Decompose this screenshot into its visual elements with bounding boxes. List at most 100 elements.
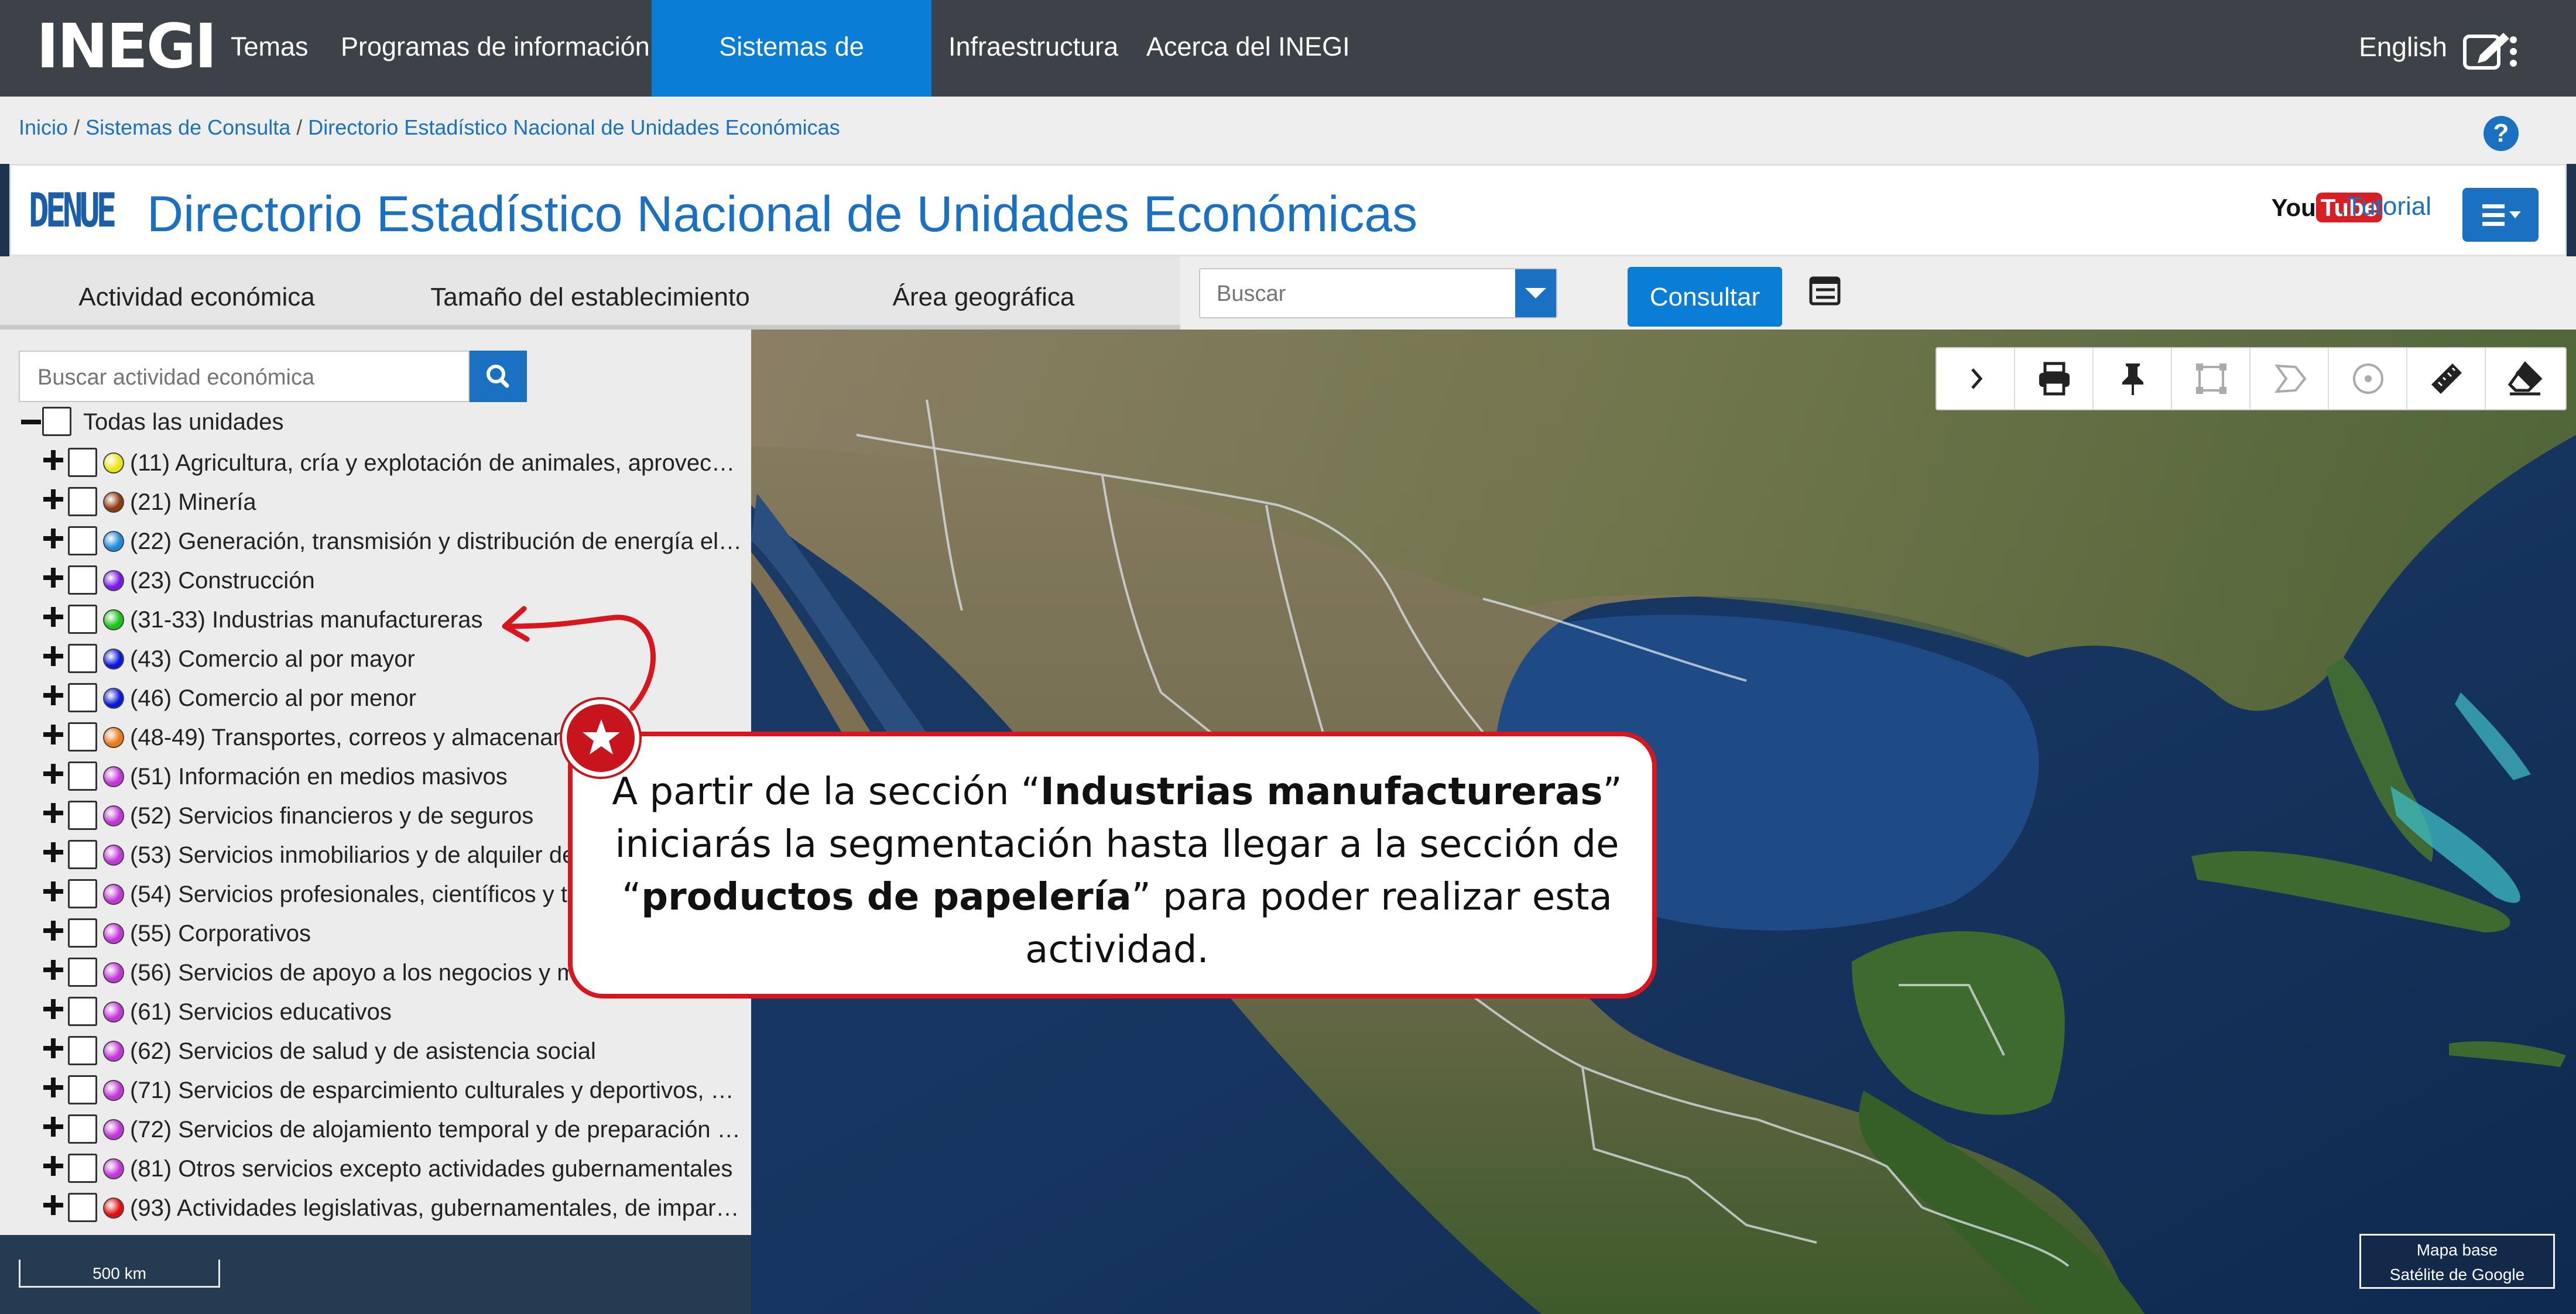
expand-icon[interactable] <box>43 450 63 470</box>
activity-search-button[interactable] <box>470 351 527 402</box>
tab-tamano-establecimiento[interactable]: Tamaño del establecimiento <box>393 256 787 330</box>
expand-icon[interactable] <box>43 921 63 941</box>
crumb-inicio[interactable]: Inicio <box>19 115 68 139</box>
search-combobox[interactable] <box>1199 268 1557 318</box>
crumb-directorio[interactable]: Directorio Estadístico Nacional de Unida… <box>308 115 840 139</box>
expand-icon[interactable] <box>43 646 63 666</box>
consultar-button[interactable]: Consultar <box>1628 267 1782 327</box>
polygon-select-button[interactable] <box>2250 348 2329 409</box>
expand-icon[interactable] <box>43 1156 63 1176</box>
tree-row[interactable]: (81) Otros servicios excepto actividades… <box>0 1148 751 1187</box>
top-navbar: INEGI Temas Programas de información Sis… <box>0 0 2576 155</box>
activity-checkbox[interactable] <box>68 1114 97 1144</box>
tree-row[interactable]: (21) Minería <box>0 481 751 520</box>
tree-row[interactable]: (71) Servicios de esparcimiento cultural… <box>0 1069 751 1109</box>
root-checkbox[interactable] <box>42 407 71 436</box>
tutorial-link[interactable]: .Tutorial <box>2339 192 2431 221</box>
activity-color-dot <box>103 1198 124 1219</box>
nav-temas[interactable]: Temas <box>213 0 326 97</box>
activity-checkbox[interactable] <box>68 683 97 712</box>
activity-color-dot <box>103 1041 124 1062</box>
activity-label[interactable]: (62) Servicios de salud y de asistencia … <box>130 1036 745 1066</box>
activity-checkbox[interactable] <box>68 487 97 516</box>
expand-icon[interactable] <box>43 881 63 901</box>
nav-acerca[interactable]: Acerca del INEGI <box>1129 0 1368 97</box>
expand-icon[interactable] <box>43 999 63 1019</box>
rectangle-icon <box>2196 363 2226 394</box>
nav-sistemas-consulta[interactable]: Sistemas de Consulta <box>652 0 931 155</box>
activity-label[interactable]: (71) Servicios de esparcimiento cultural… <box>130 1075 745 1106</box>
expand-icon[interactable] <box>43 764 63 784</box>
activity-label[interactable]: (11) Agricultura, cría y explotación de … <box>130 448 745 478</box>
activity-search-input[interactable] <box>37 361 447 394</box>
activity-checkbox[interactable] <box>68 526 97 555</box>
tree-row[interactable]: (22) Generación, transmisión y distribuc… <box>0 520 751 560</box>
inegi-logo[interactable]: INEGI <box>36 11 217 82</box>
activity-checkbox[interactable] <box>68 644 97 673</box>
activity-checkbox[interactable] <box>68 1193 97 1222</box>
more-menu-icon[interactable] <box>2506 36 2520 67</box>
activity-checkbox[interactable] <box>68 840 97 869</box>
activity-color-dot <box>103 1080 124 1101</box>
circle-select-button[interactable] <box>2329 348 2407 409</box>
activity-label[interactable]: (72) Servicios de alojamiento temporal y… <box>130 1114 745 1145</box>
activity-color-dot <box>103 884 124 905</box>
collapse-icon[interactable] <box>21 420 41 424</box>
activity-checkbox[interactable] <box>68 958 97 987</box>
expand-icon[interactable] <box>43 1038 63 1058</box>
tab-area-geografica[interactable]: Área geográfica <box>787 256 1180 330</box>
activity-label[interactable]: (61) Servicios educativos <box>130 997 745 1027</box>
expand-icon[interactable] <box>43 685 63 705</box>
activity-label[interactable]: (22) Generación, transmisión y distribuc… <box>130 526 745 557</box>
help-icon[interactable]: ? <box>2483 116 2519 151</box>
activity-checkbox[interactable] <box>68 722 97 752</box>
table-view-icon[interactable] <box>1809 275 1841 307</box>
tree-row[interactable]: (93) Actividades legislativas, gubername… <box>0 1187 751 1226</box>
activity-checkbox[interactable] <box>68 1075 97 1104</box>
expand-icon[interactable] <box>43 607 63 627</box>
activity-checkbox[interactable] <box>68 997 97 1026</box>
edit-icon[interactable] <box>2462 29 2512 70</box>
search-dropdown-button[interactable] <box>1515 269 1556 317</box>
print-button[interactable] <box>2015 348 2094 409</box>
expand-icon[interactable] <box>43 842 63 862</box>
search-input[interactable] <box>1217 277 1503 310</box>
activity-checkbox[interactable] <box>68 801 97 830</box>
tree-row[interactable]: (72) Servicios de alojamiento temporal y… <box>0 1109 751 1148</box>
activity-label[interactable]: (21) Minería <box>130 487 745 517</box>
measure-button[interactable] <box>2407 348 2486 409</box>
rectangle-select-button[interactable] <box>2172 348 2250 409</box>
activity-checkbox[interactable] <box>68 918 97 948</box>
eraser-button[interactable] <box>2486 348 2564 409</box>
expand-icon[interactable] <box>43 725 63 745</box>
hamburger-menu-button[interactable] <box>2462 188 2539 242</box>
activity-label[interactable]: (81) Otros servicios excepto actividades… <box>130 1154 745 1184</box>
expand-icon[interactable] <box>43 1078 63 1097</box>
tab-actividad-economica[interactable]: Actividad económica <box>0 256 393 330</box>
activity-checkbox[interactable] <box>68 565 97 595</box>
pin-button[interactable] <box>2094 348 2172 409</box>
activity-label[interactable]: (93) Actividades legislativas, gubername… <box>130 1193 745 1223</box>
expand-icon[interactable] <box>43 529 63 548</box>
activity-checkbox[interactable] <box>68 1154 97 1183</box>
activity-checkbox[interactable] <box>68 879 97 908</box>
language-link[interactable]: English <box>2359 0 2447 94</box>
expand-icon[interactable] <box>43 960 63 980</box>
expand-icon[interactable] <box>43 803 63 823</box>
tree-row[interactable]: (62) Servicios de salud y de asistencia … <box>0 1030 751 1069</box>
nav-programas[interactable]: Programas de información <box>323 0 667 97</box>
expand-icon[interactable] <box>43 489 63 509</box>
activity-checkbox[interactable] <box>68 1036 97 1065</box>
activity-search-box[interactable] <box>19 351 470 402</box>
toolbar-expand-button[interactable] <box>1937 348 2015 409</box>
expand-icon[interactable] <box>43 1195 63 1215</box>
expand-icon[interactable] <box>43 568 63 588</box>
activity-checkbox[interactable] <box>68 761 97 791</box>
crumb-sistemas[interactable]: Sistemas de Consulta <box>85 115 290 139</box>
activity-checkbox[interactable] <box>68 448 97 477</box>
activity-checkbox[interactable] <box>68 605 97 634</box>
tree-row[interactable]: (11) Agricultura, cría y explotación de … <box>0 442 751 481</box>
nav-infraestructura[interactable]: Infraestructura <box>931 0 1136 97</box>
basemap-selector[interactable]: Mapa base Satélite de Google <box>2359 1234 2555 1289</box>
expand-icon[interactable] <box>43 1117 63 1137</box>
